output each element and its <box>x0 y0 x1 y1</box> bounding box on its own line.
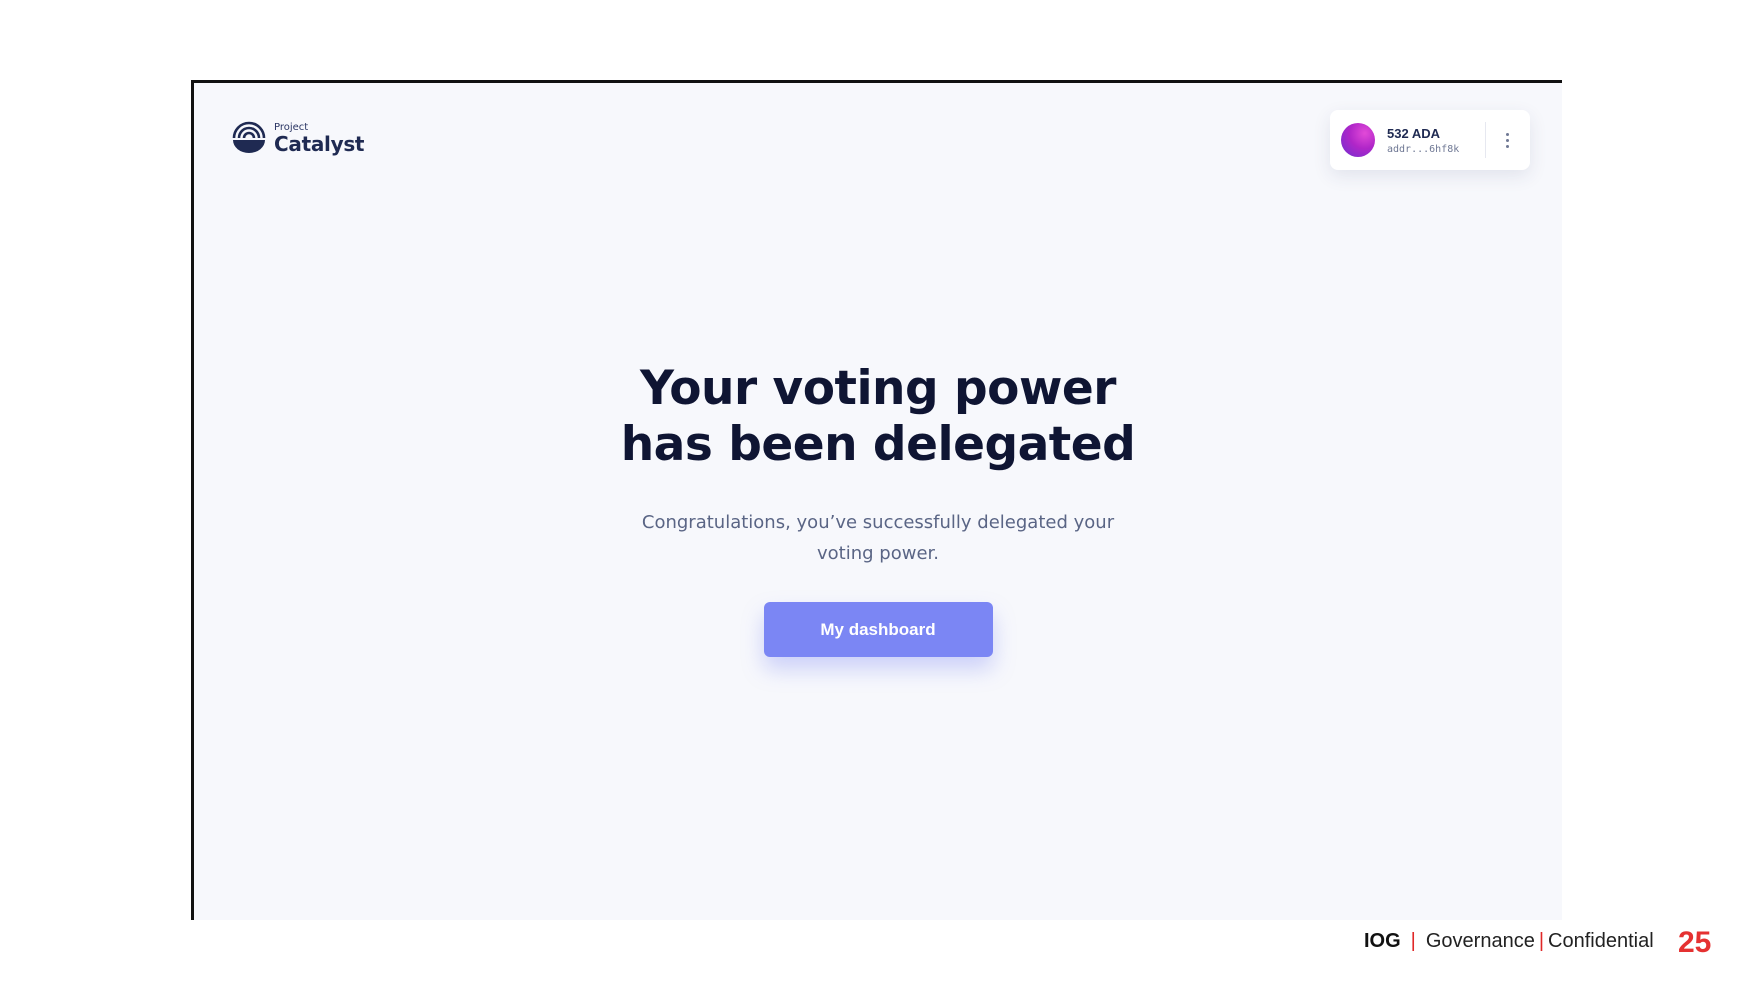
logo-wordmark: Project Catalyst <box>274 121 365 156</box>
menu-dot <box>1505 132 1509 136</box>
slide-footer: IOG | Governance | Confidential <box>1364 930 1654 953</box>
wallet-address: addr...6hf8k <box>1387 143 1460 155</box>
logo-catalyst-text: Catalyst <box>274 131 365 156</box>
footer-separator: | <box>1410 930 1416 952</box>
project-catalyst-logo[interactable]: Project Catalyst <box>232 121 365 156</box>
my-dashboard-button[interactable]: My dashboard <box>763 602 993 657</box>
confirmation-panel: Your voting power has been delegated Con… <box>194 361 1562 657</box>
wallet-info: 532 ADA addr...6hf8k <box>1387 126 1459 155</box>
wallet-balance: 532 ADA <box>1387 125 1440 141</box>
presentation-slide: Project Catalyst 532 ADA addr...6hf8k Yo… <box>0 0 1757 1001</box>
more-vertical-icon[interactable] <box>1496 124 1518 156</box>
logo-project-text: Project <box>274 121 309 133</box>
page-title: Your voting power has been delegated <box>194 361 1562 473</box>
wallet-divider <box>1485 122 1486 158</box>
message-line-2: voting power. <box>817 543 939 564</box>
footer-brand: IOG <box>1364 930 1401 952</box>
headline-line-1: Your voting power <box>640 361 1116 416</box>
page-number: 25 <box>1678 926 1712 959</box>
wallet-widget[interactable]: 532 ADA addr...6hf8k <box>1330 110 1530 170</box>
catalyst-logo-icon <box>232 121 266 153</box>
headline-line-2: has been delegated <box>620 417 1136 472</box>
footer-confidential: Confidential <box>1548 930 1654 952</box>
message-line-1: Congratulations, you’ve successfully del… <box>641 512 1115 533</box>
wallet-avatar <box>1341 123 1375 157</box>
app-screenshot: Project Catalyst 532 ADA addr...6hf8k Yo… <box>191 80 1562 920</box>
menu-dot <box>1505 138 1509 142</box>
confirmation-message: Congratulations, you’ve successfully del… <box>628 507 1128 569</box>
footer-governance: Governance <box>1425 930 1535 952</box>
footer-separator: | <box>1538 930 1545 952</box>
menu-dot <box>1505 144 1509 148</box>
